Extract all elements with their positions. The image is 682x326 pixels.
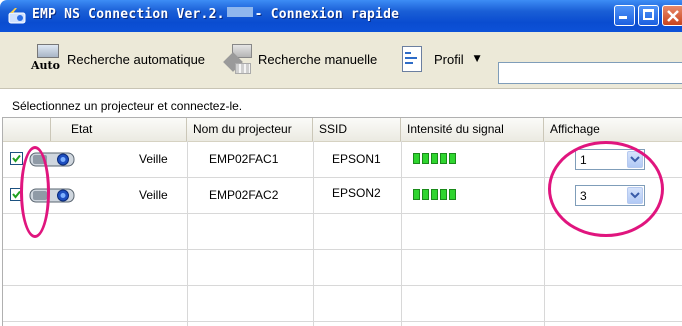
status-message: Sélectionnez un projecteur et connectez-… — [12, 99, 243, 113]
signal-strength-bars — [413, 189, 456, 200]
header-projector-name[interactable]: Nom du projecteur — [187, 118, 313, 141]
auto-search-label: Recherche automatique — [67, 51, 206, 67]
title-bar: EMP NS Connection Ver.2. - Connexion rapi… — [0, 0, 682, 32]
table-header: Etat Nom du projecteur SSID Intensité du… — [3, 118, 682, 142]
row-checkbox[interactable] — [10, 152, 23, 165]
window-title: EMP NS Connection Ver.2. - Connexion rapi… — [32, 7, 399, 22]
header-select[interactable] — [3, 118, 51, 141]
row-projector-name: EMP02FAC1 — [209, 152, 279, 166]
empty-row — [3, 285, 682, 322]
close-button[interactable] — [662, 5, 682, 26]
maximize-button[interactable] — [638, 5, 659, 26]
manual-search-label: Recherche manuelle — [258, 51, 378, 67]
profile-icon — [402, 46, 424, 72]
profile-dropdown-icon[interactable]: ▼ — [474, 54, 481, 64]
row-state: Veille — [139, 188, 168, 202]
redacted-version — [226, 7, 253, 17]
signal-strength-bars — [413, 153, 456, 164]
row-projector-name: EMP02FAC2 — [209, 188, 279, 202]
auto-search-icon: Auto — [31, 42, 61, 76]
auto-search-button[interactable]: Auto Recherche automatique — [31, 40, 205, 78]
profile-label: Profil — [434, 51, 464, 67]
close-icon — [667, 10, 679, 22]
auto-icon-text: Auto — [31, 59, 60, 72]
app-icon — [8, 8, 26, 24]
maximize-icon — [643, 9, 654, 20]
checkbox-highlight-ellipse — [20, 146, 50, 238]
window-title-prefix: EMP NS Connection Ver.2. — [32, 7, 225, 22]
header-display[interactable]: Affichage — [544, 118, 682, 141]
header-signal[interactable]: Intensité du signal — [401, 118, 544, 141]
row-ssid: EPSON1 — [332, 152, 381, 166]
empty-row — [3, 249, 682, 286]
manual-search-button[interactable]: Recherche manuelle — [223, 40, 378, 78]
manual-search-icon — [223, 43, 252, 75]
header-ssid[interactable]: SSID — [313, 118, 401, 141]
window-title-suffix: - Connexion rapide — [254, 7, 400, 22]
row-state: Veille — [139, 152, 168, 166]
header-state[interactable]: Etat — [51, 118, 187, 141]
display-highlight-ellipse — [548, 141, 664, 237]
minimize-icon — [619, 16, 627, 19]
minimize-button[interactable] — [614, 5, 635, 26]
row-ssid: EPSON2 — [332, 186, 381, 200]
profile-field[interactable] — [498, 62, 682, 84]
profile-button[interactable]: Profil ▼ — [402, 40, 481, 78]
checkmark-icon — [12, 154, 21, 163]
